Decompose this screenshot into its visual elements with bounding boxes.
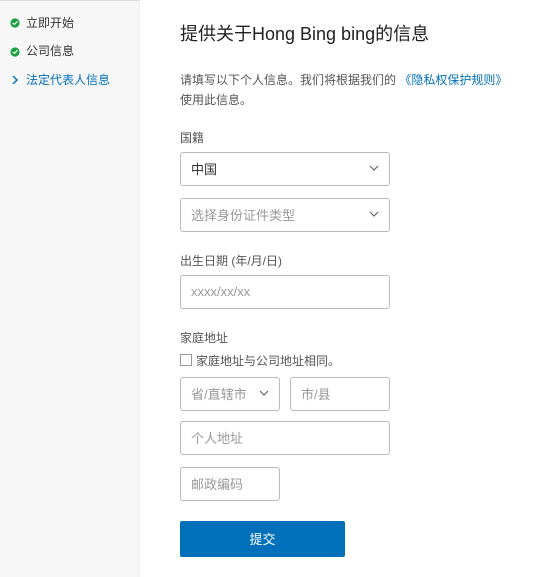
postal-input[interactable]: 邮政编码 (180, 467, 280, 501)
page-title: 提供关于Hong Bing bing的信息 (180, 20, 510, 46)
chevron-down-icon (369, 207, 379, 222)
dob-input[interactable]: xxxx/xx/xx (180, 275, 390, 309)
sidebar-item-label: 立即开始 (26, 13, 74, 33)
submit-label: 提交 (249, 529, 275, 548)
main-content: 提供关于Hong Bing bing的信息 请填写以下个人信息。我们将根据我们的… (140, 0, 540, 577)
dob-label: 出生日期 (年/月/日) (180, 252, 510, 269)
sidebar-item-label: 法定代表人信息 (26, 70, 110, 90)
submit-button[interactable]: 提交 (180, 521, 345, 557)
address-label: 家庭地址 (180, 329, 510, 346)
province-placeholder: 省/直辖市 (191, 384, 247, 403)
same-address-checkbox[interactable] (180, 354, 192, 366)
id-type-select[interactable]: 选择身份证件类型 (180, 198, 390, 232)
street-input[interactable]: 个人地址 (180, 421, 390, 455)
page-description: 请填写以下个人信息。我们将根据我们的 《隐私权保护规则》 使用此信息。 (180, 70, 510, 111)
nationality-select[interactable]: 中国 (180, 152, 390, 186)
chevron-right-icon (10, 75, 20, 85)
postal-placeholder: 邮政编码 (191, 474, 243, 493)
city-input[interactable]: 市/县 (290, 377, 390, 411)
nationality-value: 中国 (191, 159, 217, 178)
address-section: 家庭地址 家庭地址与公司地址相同。 省/直辖市 市/县 个人地址 (180, 329, 510, 501)
dob-placeholder: xxxx/xx/xx (191, 284, 250, 299)
sidebar-item-start[interactable]: 立即开始 (0, 9, 139, 37)
street-placeholder: 个人地址 (191, 428, 243, 447)
nationality-label: 国籍 (180, 129, 510, 146)
id-type-placeholder: 选择身份证件类型 (191, 205, 295, 224)
same-address-text: 家庭地址与公司地址相同。 (196, 352, 340, 369)
chevron-down-icon (369, 161, 379, 176)
chevron-down-icon (259, 386, 269, 401)
dob-section: 出生日期 (年/月/日) xxxx/xx/xx (180, 252, 510, 309)
same-address-row[interactable]: 家庭地址与公司地址相同。 (180, 352, 510, 369)
sidebar-item-company[interactable]: 公司信息 (0, 37, 139, 65)
sidebar-item-representative[interactable]: 法定代表人信息 (0, 66, 139, 94)
nationality-section: 国籍 中国 选择身份证件类型 (180, 129, 510, 232)
check-icon (10, 18, 20, 28)
check-icon (10, 47, 20, 57)
city-placeholder: 市/县 (301, 384, 331, 403)
province-select[interactable]: 省/直辖市 (180, 377, 280, 411)
desc-text-prefix: 请填写以下个人信息。我们将根据我们的 (180, 73, 396, 87)
privacy-link[interactable]: 《隐私权保护规则》 (399, 73, 507, 87)
sidebar: 立即开始 公司信息 法定代表人信息 (0, 0, 140, 577)
desc-text-suffix: 使用此信息。 (180, 93, 252, 107)
sidebar-item-label: 公司信息 (26, 41, 74, 61)
